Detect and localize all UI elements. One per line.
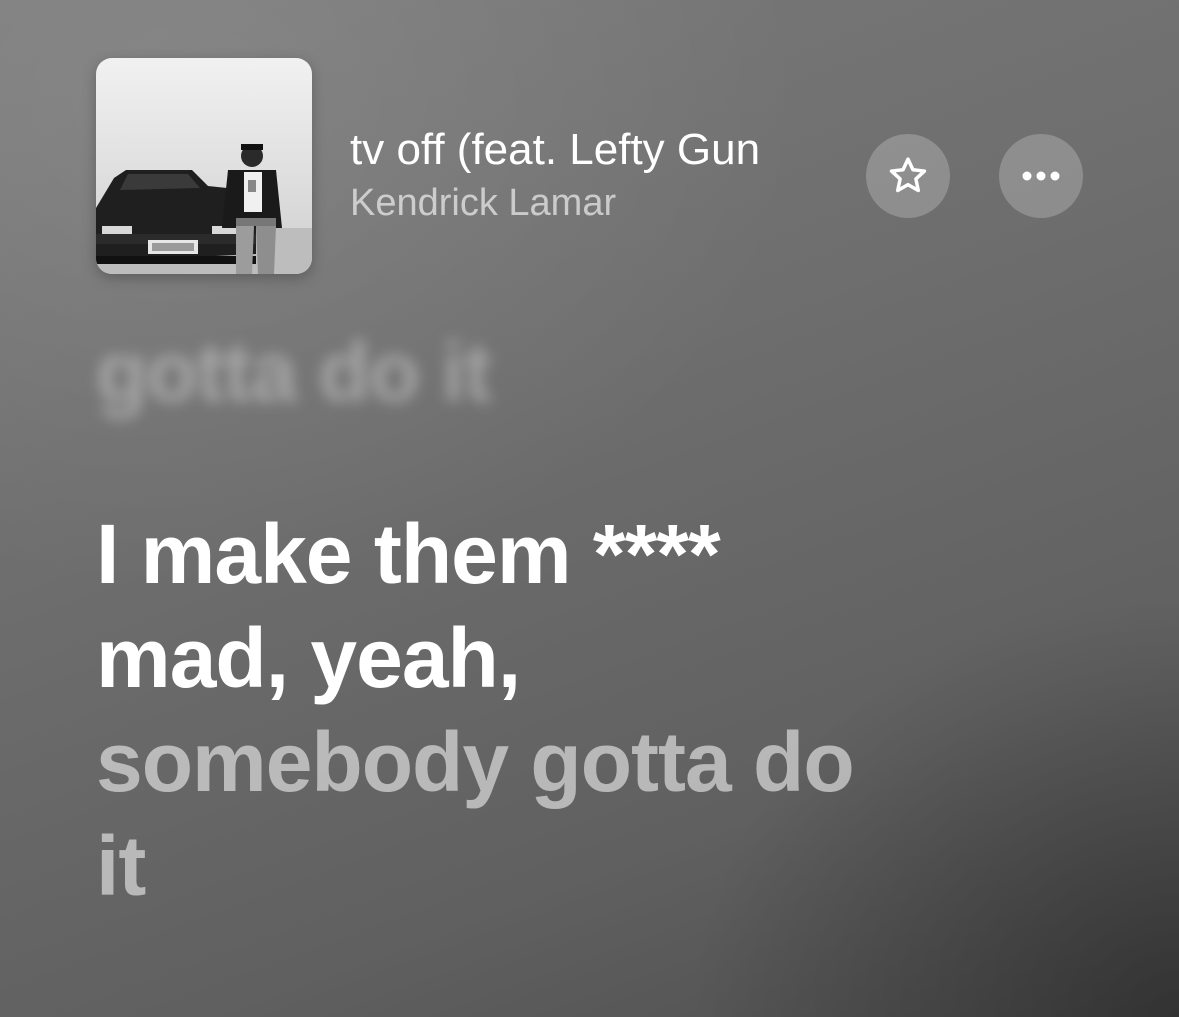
lyric-upcoming-text: somebody gotta do it xyxy=(96,715,855,913)
favorite-button[interactable] xyxy=(866,134,950,218)
lyric-line-current[interactable]: I make them **** mad, yeah, somebody got… xyxy=(96,502,916,918)
lyrics-view[interactable]: gotta do it I make them **** mad, yeah, … xyxy=(96,320,1096,918)
more-options-button[interactable] xyxy=(999,134,1083,218)
artist-name[interactable]: Kendrick Lamar xyxy=(350,178,860,228)
track-info[interactable]: tv off (feat. Lefty Gun Kendrick Lamar xyxy=(350,122,860,228)
album-artwork[interactable] xyxy=(96,58,312,274)
lyric-sung-text: I make them **** mad, yeah, xyxy=(96,507,721,705)
album-artwork-image xyxy=(96,144,312,274)
star-icon xyxy=(889,157,927,193)
now-playing-header: tv off (feat. Lefty Gun Kendrick Lamar xyxy=(0,0,1179,300)
ellipsis-icon xyxy=(1022,171,1060,181)
track-title[interactable]: tv off (feat. Lefty Gun xyxy=(350,122,860,178)
lyric-line-previous[interactable]: gotta do it xyxy=(96,320,1096,424)
